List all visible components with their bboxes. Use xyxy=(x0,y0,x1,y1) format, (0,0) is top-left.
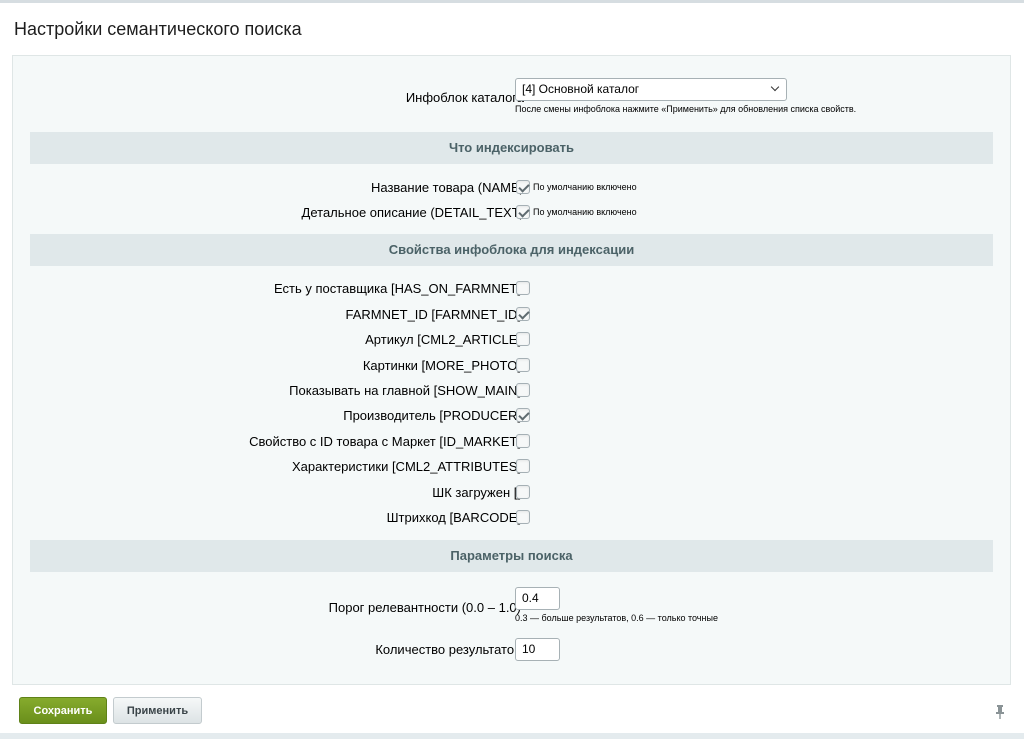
prop-label: Картинки [MORE_PHOTO] xyxy=(362,358,521,373)
prop-checkbox[interactable] xyxy=(516,307,530,321)
field-name-note: По умолчанию включено xyxy=(533,182,637,192)
catalog-label: Инфоблок каталога xyxy=(405,90,524,105)
prop-label: FARMNET_ID [FARMNET_ID] xyxy=(345,307,521,322)
threshold-label: Порог релевантности (0.0 – 1.0) xyxy=(328,600,521,615)
prop-checkbox[interactable] xyxy=(516,281,530,295)
pin-icon[interactable] xyxy=(993,704,1007,720)
prop-label: Свойство с ID товара с Маркет [ID_MARKET… xyxy=(249,434,521,449)
bottom-strip xyxy=(0,733,1024,739)
prop-checkbox[interactable] xyxy=(516,510,530,524)
prop-checkbox[interactable] xyxy=(516,459,530,473)
threshold-input[interactable]: 0.4 xyxy=(515,587,560,610)
prop-checkbox[interactable] xyxy=(516,332,530,346)
catalog-select[interactable]: [4] Основной каталог xyxy=(515,78,787,101)
count-input[interactable]: 10 xyxy=(515,638,560,661)
prop-label: Есть у поставщика [HAS_ON_FARMNET] xyxy=(274,281,521,296)
prop-checkbox[interactable] xyxy=(516,358,530,372)
page-title: Настройки семантического поиска xyxy=(14,19,302,39)
section-what-to-index: Что индексировать xyxy=(30,132,993,164)
section-search-params: Параметры поиска xyxy=(30,540,993,572)
prop-label: Штрихкод [BARCODE] xyxy=(386,510,521,525)
field-detail-checkbox[interactable] xyxy=(516,205,530,219)
field-detail-label: Детальное описание (DETAIL_TEXT) xyxy=(301,205,524,220)
section-iblock-props: Свойства инфоблока для индексации xyxy=(30,234,993,266)
count-label: Количество результатов xyxy=(375,642,521,657)
prop-checkbox[interactable] xyxy=(516,485,530,499)
chevron-down-icon xyxy=(770,82,780,92)
save-button[interactable]: Сохранить xyxy=(19,697,107,724)
settings-panel: Инфоблок каталога [4] Основной каталог П… xyxy=(12,55,1011,685)
field-name-checkbox[interactable] xyxy=(516,180,530,194)
prop-checkbox[interactable] xyxy=(516,408,530,422)
settings-page: Настройки семантического поиска Инфоблок… xyxy=(0,0,1024,739)
field-detail-note: По умолчанию включено xyxy=(533,207,637,217)
prop-label: Характеристики [CML2_ATTRIBUTES] xyxy=(291,459,521,474)
prop-checkbox[interactable] xyxy=(516,434,530,448)
prop-checkbox[interactable] xyxy=(516,383,530,397)
prop-label: Производитель [PRODUCER] xyxy=(343,408,521,423)
prop-label: Показывать на главной [SHOW_MAIN] xyxy=(289,383,521,398)
catalog-hint: После смены инфоблока нажмите «Применить… xyxy=(515,104,857,114)
prop-label: Артикул [CML2_ARTICLE] xyxy=(365,332,521,347)
prop-label: ШК загружен [] xyxy=(432,485,521,500)
field-name-label: Название товара (NAME) xyxy=(370,180,524,195)
apply-button[interactable]: Применить xyxy=(113,697,202,724)
catalog-select-value: [4] Основной каталог xyxy=(522,82,640,96)
threshold-hint: 0.3 — больше результатов, 0.6 — только т… xyxy=(515,613,718,623)
